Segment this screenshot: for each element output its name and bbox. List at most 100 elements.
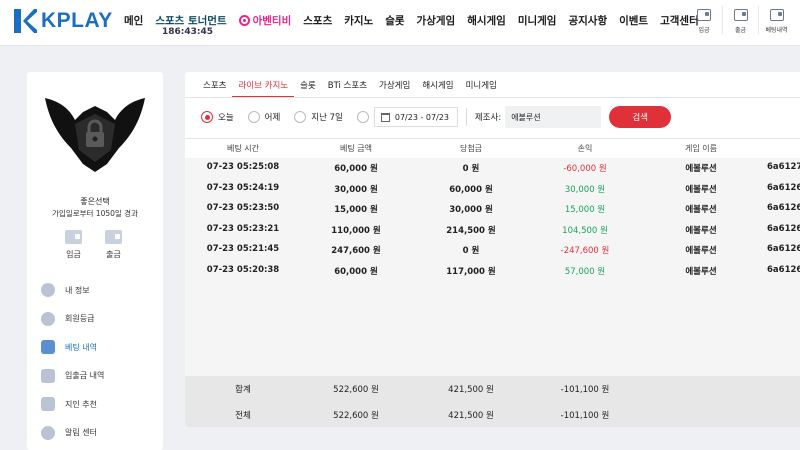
tab-bti-sports[interactable]: BTi 스포츠 [322, 78, 373, 98]
nav-mini[interactable]: 미니게임 [512, 13, 563, 28]
nav-aventi-label: 아벤티비 [252, 14, 292, 27]
cell-profit-loss: -60,000 원 [563, 164, 607, 174]
nav-event[interactable]: 이벤트 [613, 13, 654, 28]
cell-round-id: 6a6126a [767, 203, 800, 213]
cell-game-name: 에볼루션 [685, 246, 717, 256]
cell-round-id: 6a61265 [767, 244, 800, 254]
game-tabs: 스포츠 라이브 카지노 슬롯 BTi 스포츠 가상게임 해시게임 미니게임 [197, 78, 503, 98]
table-totals: 합계 522,600 원 421,500 원 -101,100 원 전체 522… [185, 376, 800, 427]
date-range-picker[interactable]: 07/23 - 07/23 [373, 107, 458, 127]
tab-slot[interactable]: 슬롯 [294, 78, 322, 98]
totals-row-all: 전체 522,600 원 421,500 원 -101,100 원 [185, 402, 800, 427]
aventi-icon [238, 14, 250, 26]
sidebar-item-label: 알림 센터 [65, 428, 97, 438]
sidebar-item-label: 입출금 내역 [65, 371, 105, 381]
nav-casino[interactable]: 카지노 [338, 13, 379, 28]
table-row: 07-23 05:24:19 30,000 원 60,000 원 30,000 원 에볼… [185, 179, 800, 199]
document-icon [41, 340, 55, 355]
kplay-logo-icon [14, 9, 37, 33]
sidebar-item-transactions[interactable]: 입출금 내역 [41, 362, 104, 391]
sidebar-item-label: 내 정보 [65, 285, 90, 295]
cell-profit-loss: 104,500 원 [562, 225, 608, 236]
tab-sports[interactable]: 스포츠 [197, 78, 232, 98]
sidebar-deposit-button[interactable]: 입금 [65, 230, 82, 260]
sidebar-item-notifications[interactable]: 알림 센터 [41, 419, 104, 448]
col-game-name: 게임 이름 [685, 144, 717, 153]
table-row: 07-23 05:20:38 60,000 원 117,000 원 57,000 원 에… [185, 261, 800, 281]
filter-bar: 오늘 어제 지난 7일 07/23 - 07/23 제조사: 검색 [201, 106, 672, 128]
filter-divider [465, 108, 467, 126]
nav-hash[interactable]: 해시게임 [461, 13, 512, 28]
cell-profit-loss: 30,000 원 [564, 184, 606, 195]
nav-sports-tournament[interactable]: 스포츠 토너먼트 [149, 13, 232, 28]
totals-bet: 522,600 원 [333, 411, 379, 421]
table-body: 07-23 05:25:08 60,000 원 0 원 -60,000 원에볼루션 6a… [185, 158, 800, 376]
col-bet-amount: 베팅 금액 [340, 144, 372, 153]
sidebar-withdraw-button[interactable]: 출금 [105, 230, 122, 260]
cell-winnings: 0 원 [462, 246, 480, 256]
totals-win: 421,500 원 [448, 385, 494, 395]
nav-notice[interactable]: 공지사항 [562, 13, 613, 28]
wallet-icon [65, 230, 82, 244]
date-range-value: 07/23 - 07/23 [394, 112, 449, 122]
sidebar-item-bet-history[interactable]: 베팅 내역 [41, 333, 104, 362]
nav-main[interactable]: 메인 [118, 13, 149, 28]
totals-bet: 522,600 원 [333, 385, 379, 395]
cell-winnings: 0 원 [462, 164, 480, 174]
cell-profit-loss: 15,000 원 [564, 205, 606, 215]
col-bet-time: 베팅 시간 [227, 144, 259, 153]
sidebar-item-my-info[interactable]: 내 정보 [41, 276, 104, 305]
totals-label: 합계 [235, 385, 251, 395]
tab-virtual[interactable]: 가상게임 [373, 78, 416, 98]
sidebar-item-referral[interactable]: 지인 추천 [41, 390, 104, 419]
totals-pl: -101,100 원 [560, 411, 610, 421]
totals-pl: -101,100 원 [560, 385, 610, 395]
tab-mini[interactable]: 미니게임 [460, 78, 503, 98]
cell-bet-amount: 110,000 원 [331, 225, 381, 236]
col-winnings: 당첨금 [459, 144, 483, 153]
cell-winnings: 30,000 원 [449, 205, 493, 215]
tab-live-casino[interactable]: 라이브 카지노 [232, 78, 295, 98]
cell-round-id: 6a6126b [767, 182, 800, 193]
header-withdraw-button[interactable]: 출금 [722, 6, 758, 34]
radio-yesterday-label: 어제 [264, 113, 281, 123]
cell-game-name: 에볼루션 [685, 225, 717, 236]
sidebar-item-member-grade[interactable]: 회원등급 [41, 305, 104, 334]
table-row: 07-23 05:23:21 110,000 원 214,500 원 104,500 … [185, 220, 800, 240]
cell-bet-time: 07-23 05:21:45 [206, 244, 280, 254]
totals-win: 421,500 원 [448, 411, 494, 421]
radio-today[interactable] [201, 111, 213, 123]
calendar-icon [380, 112, 390, 122]
cell-bet-time: 07-23 05:25:08 [206, 162, 280, 172]
top-header: KPLAY 메인 스포츠 토너먼트 아벤티비 스포츠 카지노 슬롯 가상게임 해… [0, 0, 800, 46]
totals-row-sum: 합계 522,600 원 421,500 원 -101,100 원 [185, 376, 800, 401]
header-bet-history-label: 베팅내역 [765, 27, 788, 34]
nav-sports[interactable]: 스포츠 [297, 13, 338, 28]
header-bet-history-button[interactable]: 베팅내역 [758, 6, 794, 34]
cell-bet-amount: 60,000 원 [334, 164, 378, 174]
table-row: 07-23 05:21:45 247,600 원 0 원 -247,600 원 에볼루션… [185, 240, 800, 260]
table-header: 베팅 시간 베팅 금액 당첨금 손익 게임 이름 [185, 138, 800, 156]
chat-icon [41, 425, 55, 440]
sidebar-withdraw-label: 출금 [106, 250, 121, 259]
header-deposit-button[interactable]: 입금 [686, 6, 722, 34]
cell-profit-loss: 57,000 원 [564, 266, 606, 277]
maker-input[interactable] [505, 106, 602, 128]
tab-hash[interactable]: 해시게임 [416, 78, 459, 98]
cell-bet-time: 07-23 05:20:38 [206, 264, 280, 275]
nav-virtual[interactable]: 가상게임 [411, 13, 462, 28]
search-button[interactable]: 검색 [609, 106, 672, 128]
nav-aventi[interactable]: 아벤티비 [233, 13, 298, 28]
sidebar-item-label: 베팅 내역 [65, 342, 97, 352]
wallet-icon [697, 9, 711, 21]
radio-yesterday[interactable] [247, 111, 260, 123]
sidebar-item-label: 회원등급 [65, 314, 95, 324]
radio-custom[interactable] [356, 111, 369, 123]
cell-winnings: 117,000 원 [446, 266, 496, 277]
cell-round-id: 6a61272 [767, 162, 800, 172]
nav-slot[interactable]: 슬롯 [379, 13, 410, 28]
kplay-logo[interactable]: KPLAY [12, 7, 113, 35]
tournament-countdown: 186:43:45 [162, 27, 214, 37]
radio-last7[interactable] [294, 111, 307, 123]
radio-last7-label: 지난 7일 [311, 113, 343, 123]
